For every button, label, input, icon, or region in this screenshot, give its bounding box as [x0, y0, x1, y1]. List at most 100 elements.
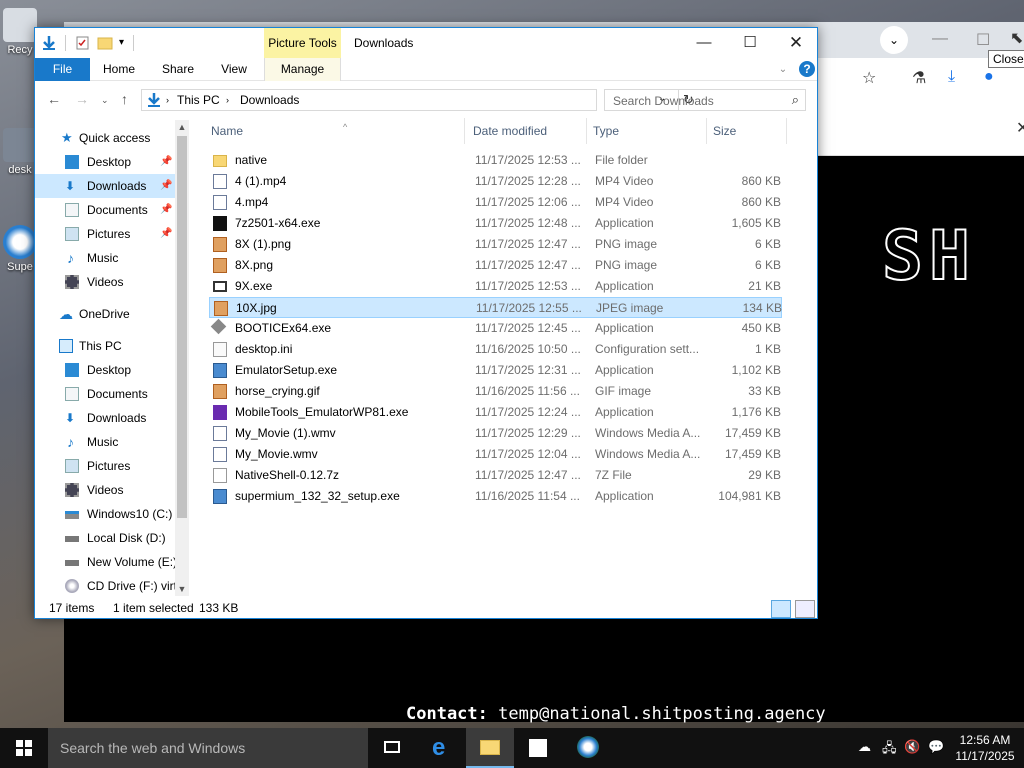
tab-share[interactable]: Share [157, 58, 199, 81]
nav-drive-f[interactable]: CD Drive (F:) virt [35, 574, 175, 598]
minimize-button[interactable]: — [681, 28, 727, 58]
start-button[interactable] [0, 728, 48, 768]
column-header-date[interactable]: Date modified [467, 118, 587, 144]
file-row[interactable]: 7z2501-x64.exe 11/17/2025 12:48 ... Applic… [209, 213, 782, 234]
file-type: MP4 Video [595, 195, 654, 209]
column-header-name[interactable]: Name ^ [205, 118, 465, 144]
file-row[interactable]: desktop.ini 11/16/2025 10:50 ... Configura… [209, 339, 782, 360]
column-header-type[interactable]: Type [587, 118, 707, 144]
tab-view[interactable]: View [215, 58, 253, 81]
labs-flask-icon[interactable]: ⚗ [912, 68, 926, 88]
action-center-icon[interactable]: 💬 [928, 739, 944, 755]
recent-locations-icon[interactable]: ⌄ [101, 95, 109, 106]
new-folder-icon[interactable] [97, 35, 113, 51]
tab-file[interactable]: File [35, 58, 90, 81]
music-icon: ♪ [67, 250, 74, 266]
file-row[interactable]: supermium_132_32_setup.exe 11/16/2025 11:… [209, 486, 782, 507]
close-icon[interactable]: ✕ [1016, 118, 1024, 138]
file-row[interactable]: 9X.exe 11/17/2025 12:53 ... Application 21 … [209, 276, 782, 297]
nav-scrollbar[interactable]: ▲ ▼ [175, 120, 189, 596]
file-name: supermium_132_32_setup.exe [235, 489, 400, 503]
scroll-down-icon[interactable]: ▼ [175, 584, 189, 594]
nav-qa-documents[interactable]: Documents 📌 [35, 198, 175, 222]
file-row[interactable]: 8X (1).png 11/17/2025 12:47 ... PNG image 6… [209, 234, 782, 255]
task-view-button[interactable] [368, 728, 416, 768]
file-row[interactable]: 4.mp4 11/17/2025 12:06 ... MP4 Video 860 KB [209, 192, 782, 213]
tab-home[interactable]: Home [98, 58, 140, 81]
file-row[interactable]: BOOTICEx64.exe 11/17/2025 12:45 ... Applic… [209, 318, 782, 339]
nav-onedrive[interactable]: ☁ OneDrive [35, 302, 175, 326]
nav-pc-music[interactable]: ♪ Music [35, 430, 175, 454]
taskbar-store[interactable] [514, 728, 562, 768]
file-name: 8X.png [235, 258, 274, 272]
bookmark-star-icon[interactable]: ☆ [862, 68, 876, 88]
onedrive-tray-icon[interactable]: ☁ [858, 739, 871, 755]
volume-muted-icon[interactable]: 🔇 [904, 739, 920, 755]
taskbar-search-box[interactable]: Search the web and Windows [48, 728, 368, 768]
nav-pc-desktop[interactable]: Desktop [35, 358, 175, 382]
scroll-thumb[interactable] [177, 136, 187, 518]
clock[interactable]: 12:56 AM 11/17/2025 [952, 732, 1018, 764]
file-row[interactable]: 4 (1).mp4 11/17/2025 12:28 ... MP4 Video 86… [209, 171, 782, 192]
nav-pc-videos[interactable]: Videos [35, 478, 175, 502]
video-file-icon [213, 447, 227, 462]
large-icons-view-button[interactable] [795, 600, 815, 618]
close-button[interactable]: ✕ [773, 28, 819, 58]
file-type: MP4 Video [595, 174, 654, 188]
maximize-icon[interactable]: ☐ [976, 30, 990, 50]
tab-manage[interactable]: Manage [264, 58, 341, 81]
desktop-icon [65, 155, 79, 169]
address-bar[interactable]: › This PC › Downloads ⌄ ↻ [141, 89, 694, 111]
taskbar-browser[interactable] [564, 728, 612, 768]
taskbar-file-explorer[interactable] [466, 728, 514, 768]
file-row[interactable]: native 11/17/2025 12:53 ... File folder [209, 150, 782, 171]
up-arrow-icon[interactable]: ↑ [121, 91, 128, 107]
column-header-size[interactable]: Size [707, 118, 787, 144]
nav-pc-pictures[interactable]: Pictures [35, 454, 175, 478]
minimize-icon[interactable]: — [932, 30, 948, 48]
search-box[interactable]: Search Downloads ⌕ [604, 89, 806, 111]
nav-pc-documents[interactable]: Documents [35, 382, 175, 406]
nav-pc-downloads[interactable]: ⬇ Downloads [35, 406, 175, 430]
back-arrow-icon[interactable]: ← [47, 91, 61, 107]
file-row[interactable]: NativeShell-0.12.7z 11/17/2025 12:47 ... 7… [209, 465, 782, 486]
properties-icon[interactable] [75, 35, 91, 51]
network-icon[interactable]: 🖧 [882, 739, 897, 761]
details-view-button[interactable] [771, 600, 791, 618]
tab-search-button[interactable]: ⌄ [880, 26, 908, 54]
scroll-up-icon[interactable]: ▲ [175, 122, 189, 132]
nav-this-pc[interactable]: This PC [35, 334, 175, 358]
file-name: BOOTICEx64.exe [235, 321, 332, 335]
breadcrumb-downloads[interactable]: Downloads [240, 93, 299, 107]
file-row[interactable]: EmulatorSetup.exe 11/17/2025 12:31 ... App… [209, 360, 782, 381]
address-bar-row: ← → ⌄ ↑ › This PC › Downloads ⌄ ↻ Search… [35, 82, 817, 118]
sort-ascending-icon: ^ [343, 122, 348, 132]
breadcrumb-this-pc[interactable]: This PC [177, 93, 220, 107]
nav-quick-access[interactable]: ★ Quick access [35, 126, 175, 150]
file-row[interactable]: 8X.png 11/17/2025 12:47 ... PNG image 6 KB [209, 255, 782, 276]
file-row[interactable]: 10X.jpg 11/17/2025 12:55 ... JPEG image 134… [209, 297, 782, 318]
file-date: 11/17/2025 12:53 ... [475, 153, 581, 167]
file-type: 7Z File [595, 468, 632, 482]
file-row[interactable]: MobileTools_EmulatorWP81.exe 11/17/2025 1… [209, 402, 782, 423]
nav-drive-e[interactable]: New Volume (E:) [35, 550, 175, 574]
help-icon[interactable]: ? [799, 61, 815, 77]
profile-icon[interactable]: ● [984, 68, 994, 86]
nav-drive-d[interactable]: Local Disk (D:) [35, 526, 175, 550]
window-title: Downloads [354, 36, 414, 50]
nav-qa-pictures[interactable]: Pictures 📌 [35, 222, 175, 246]
nav-qa-music[interactable]: ♪ Music [35, 246, 175, 270]
maximize-button[interactable]: ☐ [727, 28, 773, 58]
nav-qa-videos[interactable]: Videos [35, 270, 175, 294]
nav-qa-downloads[interactable]: ⬇ Downloads 📌 [35, 174, 175, 198]
nav-drive-c[interactable]: Windows10 (C:) [35, 502, 175, 526]
download-icon[interactable]: ⤓ [948, 68, 955, 86]
expand-ribbon-icon[interactable]: ⌄ [775, 58, 791, 81]
file-row[interactable]: My_Movie.wmv 11/17/2025 12:04 ... Windows … [209, 444, 782, 465]
file-row[interactable]: My_Movie (1).wmv 11/17/2025 12:29 ... Wind… [209, 423, 782, 444]
file-row[interactable]: horse_crying.gif 11/16/2025 11:56 ... GIF … [209, 381, 782, 402]
taskbar-edge[interactable]: e [418, 728, 466, 768]
nav-qa-desktop[interactable]: Desktop 📌 [35, 150, 175, 174]
forward-arrow-icon[interactable]: → [75, 91, 89, 107]
file-name: horse_crying.gif [235, 384, 320, 398]
